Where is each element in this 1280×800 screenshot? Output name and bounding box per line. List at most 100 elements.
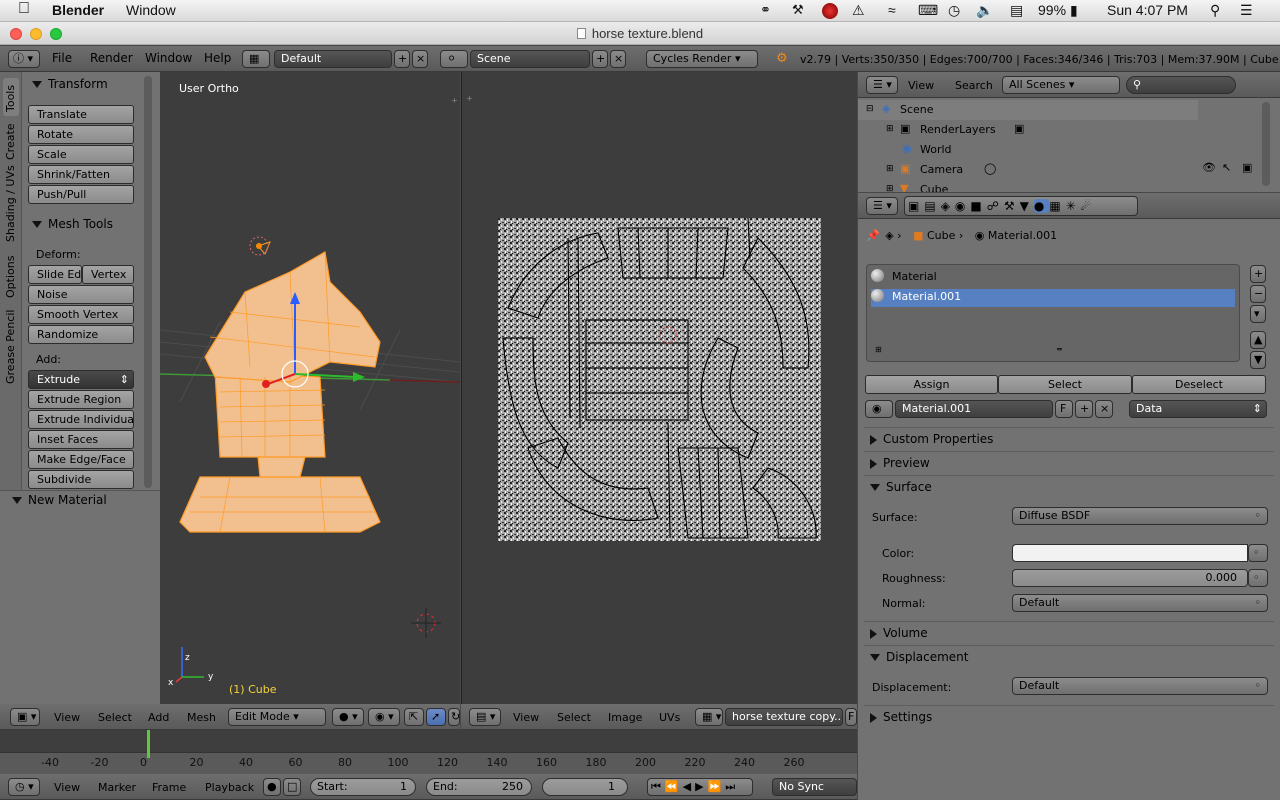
- move-slot-down-icon[interactable]: ▼: [1250, 351, 1266, 369]
- deselect-button[interactable]: Deselect: [1132, 375, 1266, 394]
- record-icon[interactable]: [822, 3, 838, 19]
- tab-create[interactable]: Create: [4, 123, 17, 160]
- scale-button[interactable]: Scale: [28, 145, 134, 164]
- uv-menu-image[interactable]: Image: [608, 711, 642, 724]
- creative-cloud-icon[interactable]: ⚭: [760, 2, 771, 18]
- notification-center-icon[interactable]: ☰: [1240, 2, 1253, 19]
- volume-panel-header[interactable]: Volume: [870, 626, 928, 640]
- list-resize-grip-icon[interactable]: ═: [1057, 345, 1062, 354]
- window-menu[interactable]: Window: [126, 2, 176, 18]
- sync-mode-select[interactable]: No Sync: [772, 778, 857, 796]
- material-browse-icon[interactable]: ◉: [865, 400, 893, 418]
- assign-button[interactable]: Assign: [865, 375, 998, 394]
- close-window-button[interactable]: [10, 28, 22, 40]
- preview-panel-header[interactable]: Preview: [870, 456, 930, 470]
- viewport-menu-add[interactable]: Add: [148, 711, 169, 724]
- extrude-region-button[interactable]: Extrude Region: [28, 390, 134, 409]
- screen-layout-field[interactable]: Default: [274, 50, 392, 68]
- extrude-dropdown[interactable]: Extrude ⇕: [28, 370, 134, 389]
- material-slot-item-selected[interactable]: Material.001: [871, 289, 1235, 307]
- uv-menu-select[interactable]: Select: [557, 711, 591, 724]
- material-link-select[interactable]: Data ⇕: [1129, 400, 1267, 418]
- current-frame-field[interactable]: 1: [542, 778, 628, 796]
- material-slot-list[interactable]: Material Material.001 ═ ⊞: [866, 264, 1240, 362]
- menu-window[interactable]: Window: [145, 51, 192, 65]
- outliner-item-scene[interactable]: Scene: [900, 103, 934, 116]
- tab-tools[interactable]: Tools: [4, 85, 17, 112]
- shrink-fatten-button[interactable]: Shrink/Fatten: [28, 165, 134, 184]
- play-icon[interactable]: ▶: [695, 780, 707, 793]
- time-machine-icon[interactable]: ◷: [948, 2, 960, 19]
- material-fake-user-toggle[interactable]: F: [1055, 400, 1073, 418]
- mode-select[interactable]: Edit Mode ▾: [228, 708, 326, 726]
- scene-tab-icon[interactable]: ◈: [941, 199, 955, 213]
- rotate-button[interactable]: Rotate: [28, 125, 134, 144]
- end-frame-field[interactable]: End: 250: [426, 778, 532, 796]
- color-socket-icon[interactable]: ◦: [1248, 544, 1268, 562]
- uv-region-toggle-icon[interactable]: +: [466, 94, 473, 103]
- region-toggle-icon[interactable]: +: [451, 96, 458, 105]
- jump-end-icon[interactable]: ⏭: [725, 780, 739, 793]
- app-menu[interactable]: Blender: [52, 2, 104, 18]
- unlink-material-icon[interactable]: ×: [1095, 400, 1113, 418]
- viewport-menu-view[interactable]: View: [54, 711, 80, 724]
- timeline-menu-frame[interactable]: Frame: [152, 781, 186, 794]
- make-edge-face-button[interactable]: Make Edge/Face: [28, 450, 134, 469]
- renderable-camera-icon[interactable]: ▣: [1242, 161, 1252, 174]
- outliner-item-renderlayers[interactable]: RenderLayers: [920, 123, 996, 136]
- battery-icon[interactable]: ▮: [1070, 2, 1078, 19]
- next-keyframe-icon[interactable]: ⏩: [708, 780, 726, 793]
- object-tab-icon[interactable]: ■: [970, 199, 986, 213]
- timeline[interactable]: -40 -20 0 20 40 60 80 100 120 140 160 180 200 220 240 2…: [0, 730, 857, 774]
- warning-icon[interactable]: ⚠: [852, 2, 865, 19]
- add-screen-icon[interactable]: +: [394, 50, 410, 68]
- translate-button[interactable]: Translate: [28, 105, 134, 124]
- uv-menu-view[interactable]: View: [513, 711, 539, 724]
- play-reverse-icon[interactable]: ◀: [683, 780, 695, 793]
- move-slot-up-icon[interactable]: ▲: [1250, 331, 1266, 349]
- displacement-select[interactable]: Default ◦: [1012, 677, 1268, 695]
- list-filter-icon[interactable]: ⊞: [875, 345, 882, 354]
- screen-layout-icon[interactable]: ▦: [242, 50, 270, 68]
- current-frame-indicator[interactable]: [147, 730, 150, 758]
- transform-panel-header[interactable]: Transform: [32, 77, 108, 91]
- material-name-field[interactable]: Material.001: [895, 400, 1053, 418]
- displacement-panel-header[interactable]: Displacement: [870, 650, 969, 664]
- 3d-viewport[interactable]: User Ortho z y x + (1) Cube: [160, 72, 460, 704]
- randomize-button[interactable]: Randomize: [28, 325, 134, 344]
- delete-screen-icon[interactable]: ×: [412, 50, 428, 68]
- properties-context-tabs[interactable]: ▣▤◈◉■☍⚒▼●▦✳☄: [904, 196, 1138, 216]
- editor-type-timeline-icon[interactable]: ◷ ▾: [8, 778, 40, 796]
- render-layers-tab-icon[interactable]: ▤: [924, 199, 940, 213]
- jump-start-icon[interactable]: ⏮: [651, 780, 665, 793]
- timeline-menu-view[interactable]: View: [54, 781, 80, 794]
- data-tab-icon[interactable]: ▼: [1020, 199, 1034, 213]
- mesh-tools-panel-header[interactable]: Mesh Tools: [32, 217, 113, 231]
- particles-tab-icon[interactable]: ✳: [1066, 199, 1081, 213]
- auto-keying-icon[interactable]: ●: [263, 778, 281, 796]
- menu-file[interactable]: File: [52, 51, 72, 65]
- viewport-menu-mesh[interactable]: Mesh: [187, 711, 216, 724]
- surface-panel-header[interactable]: Surface: [870, 480, 932, 494]
- surface-shader-select[interactable]: Diffuse BSDF ◦: [1012, 507, 1268, 525]
- smooth-vertex-button[interactable]: Smooth Vertex: [28, 305, 134, 324]
- viewport-shading-icon[interactable]: ● ▾: [332, 708, 364, 726]
- timeline-menu-marker[interactable]: Marker: [98, 781, 136, 794]
- zoom-window-button[interactable]: [50, 28, 62, 40]
- manipulator-toggle-icon[interactable]: ⇱: [404, 708, 424, 726]
- menu-help[interactable]: Help: [204, 51, 231, 65]
- outliner-menu-view[interactable]: View: [908, 79, 934, 92]
- uv-menu-uvs[interactable]: UVs: [659, 711, 680, 724]
- material-tab-icon[interactable]: ●: [1033, 199, 1050, 213]
- outliner-scrollbar[interactable]: [1262, 102, 1270, 186]
- image-browse-icon[interactable]: ▦ ▾: [695, 708, 723, 726]
- world-tab-icon[interactable]: ◉: [955, 199, 970, 213]
- image-name-field[interactable]: horse texture copy....: [725, 708, 843, 726]
- translate-manipulator-icon[interactable]: ➚: [426, 708, 446, 726]
- add-material-slot-icon[interactable]: +: [1250, 265, 1266, 283]
- editor-type-3d-view-icon[interactable]: ▣ ▾: [10, 708, 40, 726]
- constraints-tab-icon[interactable]: ☍: [987, 199, 1004, 213]
- outliner-item-camera[interactable]: Camera: [920, 163, 963, 176]
- editor-type-image-icon[interactable]: ▤ ▾: [469, 708, 501, 726]
- new-material-icon[interactable]: +: [1075, 400, 1093, 418]
